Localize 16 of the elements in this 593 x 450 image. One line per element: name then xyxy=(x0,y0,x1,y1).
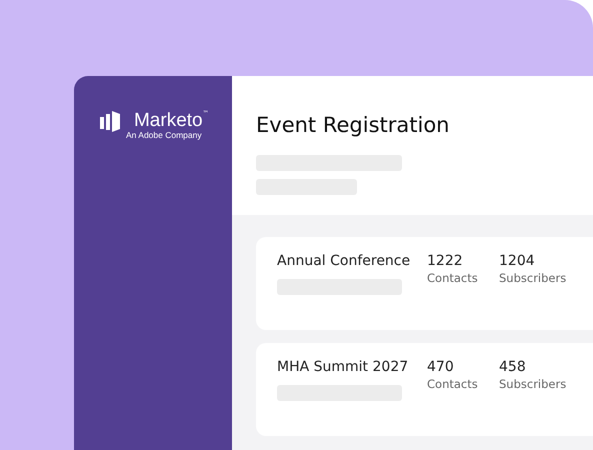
event-card[interactable]: MHA Summit 2027 470 Contacts 458 Subscribers xyxy=(256,343,593,436)
stat-value: 470 xyxy=(427,359,455,376)
stat-label: Contacts xyxy=(427,376,479,392)
stat-label: Contacts xyxy=(427,270,479,286)
logo-name: Marketo xyxy=(134,110,203,132)
event-card[interactable]: Annual Conference 1222 Contacts 1204 Subscribers xyxy=(256,237,593,330)
stat-label: Subscribers xyxy=(499,270,568,286)
logo-icon xyxy=(100,110,122,132)
page-title: Event Registration xyxy=(256,112,450,138)
stat-value: 1222 xyxy=(427,253,464,270)
stat-value: 1204 xyxy=(499,253,536,270)
stat-value: 458 xyxy=(499,359,527,376)
stat-label: Subscribers xyxy=(499,376,568,392)
event-name: Annual Conference xyxy=(277,253,412,270)
event-name: MHA Summit 2027 xyxy=(277,359,410,376)
logo-tagline: An Adobe Company xyxy=(126,130,202,140)
